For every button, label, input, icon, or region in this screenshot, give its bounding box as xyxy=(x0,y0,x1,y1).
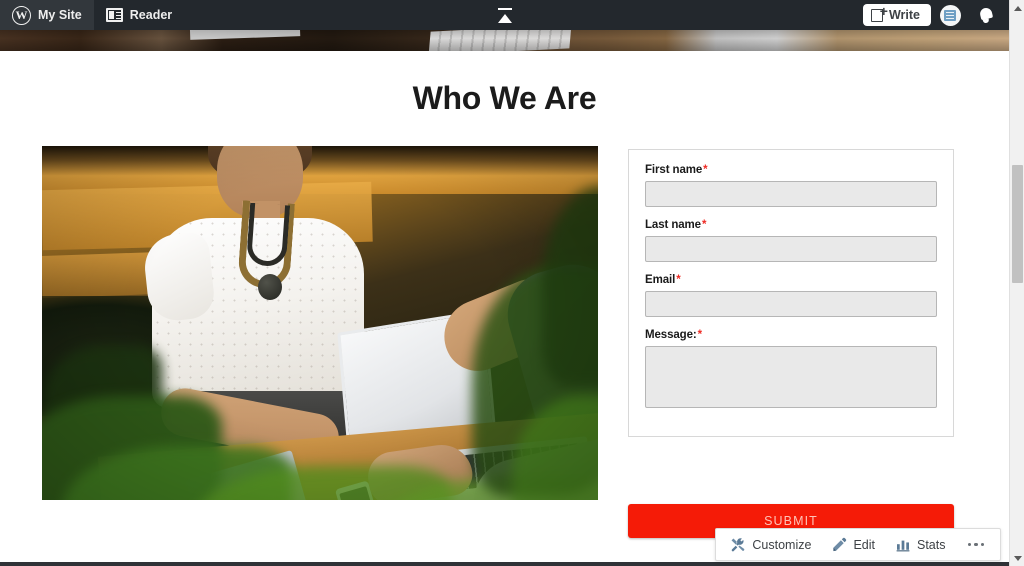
pencil-icon xyxy=(833,537,847,551)
avatar xyxy=(939,4,961,26)
email-label: Email* xyxy=(645,274,681,286)
tools-icon xyxy=(731,537,745,551)
first-name-label: First name* xyxy=(645,164,708,176)
stats-button[interactable]: Stats xyxy=(885,529,956,560)
contact-form: First name* Last name* Email* Message:* xyxy=(628,149,954,437)
last-name-field[interactable] xyxy=(645,236,937,262)
email-field[interactable] xyxy=(645,291,937,317)
email-group: Email* xyxy=(645,274,937,317)
new-post-plus-icon xyxy=(870,4,888,22)
first-name-group: First name* xyxy=(645,164,937,207)
upload-media-button[interactable] xyxy=(483,0,527,30)
site-header-banner-image xyxy=(0,30,1009,51)
ellipsis-icon-dot xyxy=(974,542,978,547)
scroll-down-arrow-icon xyxy=(1013,555,1022,561)
wordpress-masterbar: Customize Edit Stats xyxy=(715,528,1001,561)
edit-label: Edit xyxy=(853,537,875,552)
window-bottom-chrome xyxy=(0,562,1009,566)
photo-vignette xyxy=(42,146,598,500)
scroll-down-button[interactable] xyxy=(1010,550,1024,566)
edit-button[interactable]: Edit xyxy=(821,529,885,560)
message-group: Message:* xyxy=(645,329,937,408)
wordpress-logo-icon: W xyxy=(12,5,31,25)
admin-bar-left-group: W My Site Reader xyxy=(0,0,184,30)
who-we-are-photo xyxy=(42,146,598,500)
banner-overlay xyxy=(0,30,1009,51)
banner-photo xyxy=(0,30,1009,51)
customize-button[interactable]: Customize xyxy=(720,529,821,560)
my-site-label: My Site xyxy=(38,8,82,22)
upload-icon xyxy=(497,7,513,23)
wordpress-admin-bar: W My Site Reader Write xyxy=(0,0,1009,30)
first-name-field[interactable] xyxy=(645,181,937,207)
ellipsis-icon-dot xyxy=(967,542,971,547)
account-avatar-button[interactable] xyxy=(933,0,967,30)
vertical-scrollbar[interactable] xyxy=(1009,0,1024,566)
scroll-up-arrow-icon xyxy=(1013,5,1022,11)
last-name-group: Last name* xyxy=(645,219,937,262)
required-asterisk: * xyxy=(703,164,708,176)
browser-viewport: W My Site Reader Write xyxy=(0,0,1024,566)
last-name-label: Last name* xyxy=(645,219,707,231)
bell-icon xyxy=(979,7,994,23)
write-button[interactable]: Write xyxy=(862,4,931,26)
more-options-button[interactable] xyxy=(956,529,997,560)
message-field[interactable] xyxy=(645,346,937,408)
notifications-button[interactable] xyxy=(969,0,1003,30)
site-page-content: Who We Are First name* Last name* Email*… xyxy=(0,51,1009,566)
ellipsis-icon-dot xyxy=(980,542,984,547)
scroll-up-button[interactable] xyxy=(1010,0,1024,16)
required-asterisk: * xyxy=(676,274,681,286)
required-asterisk: * xyxy=(697,329,703,341)
reader-menu-item[interactable]: Reader xyxy=(94,0,184,30)
required-asterisk: * xyxy=(701,219,707,231)
user-avatar-icon xyxy=(944,9,956,21)
message-label: Message:* xyxy=(645,329,703,341)
admin-bar-right-group: Write xyxy=(862,0,1009,30)
page-title: Who We Are xyxy=(412,80,597,116)
stats-label: Stats xyxy=(917,537,946,552)
reader-label: Reader xyxy=(129,8,173,22)
bar-chart-icon xyxy=(896,540,910,551)
reader-icon xyxy=(105,8,123,22)
write-label: Write xyxy=(888,8,920,22)
customize-label: Customize xyxy=(752,537,812,552)
scrollbar-thumb[interactable] xyxy=(1012,165,1023,283)
my-site-menu-item[interactable]: W My Site xyxy=(0,0,94,30)
